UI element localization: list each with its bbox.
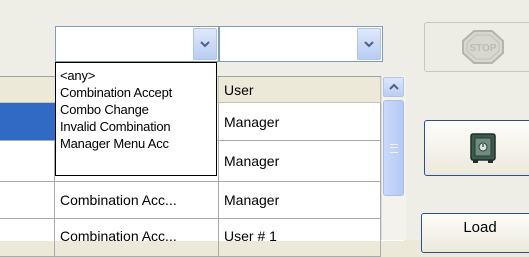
grid-header-user[interactable]: User — [219, 77, 381, 103]
stop-sign-label: STOP — [469, 43, 496, 54]
load-button[interactable]: Load — [421, 213, 529, 253]
scroll-up-button[interactable] — [383, 77, 404, 97]
scroll-thumb[interactable] — [383, 100, 404, 196]
user-text: User # 1 — [224, 228, 277, 244]
stop-sign-icon: STOP — [462, 30, 504, 64]
dropdown-option-manager-menu[interactable]: Manager Menu Acc — [56, 135, 216, 152]
dropdown-option-any[interactable]: <any> — [56, 67, 216, 84]
event-text: Combination Acc... — [60, 228, 177, 244]
table-row-cell-user[interactable]: Manager — [219, 103, 381, 141]
user-filter-dropdown-button[interactable] — [357, 28, 381, 60]
safe-button[interactable] — [424, 120, 529, 176]
table-row-cell-left[interactable] — [0, 182, 55, 219]
table-row-cell-left[interactable] — [0, 219, 55, 257]
chevron-up-icon — [388, 83, 399, 90]
event-log-panel: User Manager Manager Combination Acc... … — [0, 0, 529, 257]
table-row-cell-user[interactable]: User # 1 — [219, 219, 381, 257]
table-row-cell-event[interactable]: Combination Acc... — [55, 182, 219, 219]
user-text: Manager — [224, 192, 280, 208]
event-filter-dropdown-button[interactable] — [193, 28, 217, 60]
dropdown-option-combination-accept[interactable]: Combination Accept — [56, 84, 216, 101]
user-text: Manager — [224, 113, 280, 130]
event-filter-combo[interactable] — [55, 26, 219, 62]
chevron-down-icon — [364, 41, 374, 48]
table-row-cell-left[interactable] — [0, 141, 55, 182]
grip-icon — [389, 143, 398, 153]
table-row-cell-user[interactable]: Manager — [219, 182, 381, 219]
chevron-down-icon — [200, 41, 210, 48]
table-row-cell-user[interactable]: Manager — [219, 141, 381, 182]
table-row-selected-left[interactable] — [0, 103, 55, 141]
grid-scrollbar[interactable] — [381, 76, 406, 240]
grid-header-user-label: User — [224, 81, 254, 98]
dropdown-option-invalid-combination[interactable]: Invalid Combination — [56, 118, 216, 135]
event-text: Combination Acc... — [60, 192, 177, 208]
table-row-cell-event[interactable]: Combination Acc... — [55, 219, 219, 257]
load-button-label: Load — [463, 219, 497, 236]
stop-button[interactable]: STOP — [424, 22, 529, 72]
event-filter-dropdown-list[interactable]: <any> Combination Accept Combo Change In… — [55, 62, 217, 176]
safe-icon — [470, 133, 496, 163]
user-filter-combo[interactable] — [219, 26, 383, 62]
dropdown-option-combo-change[interactable]: Combo Change — [56, 101, 216, 118]
user-text: Manager — [224, 153, 280, 169]
